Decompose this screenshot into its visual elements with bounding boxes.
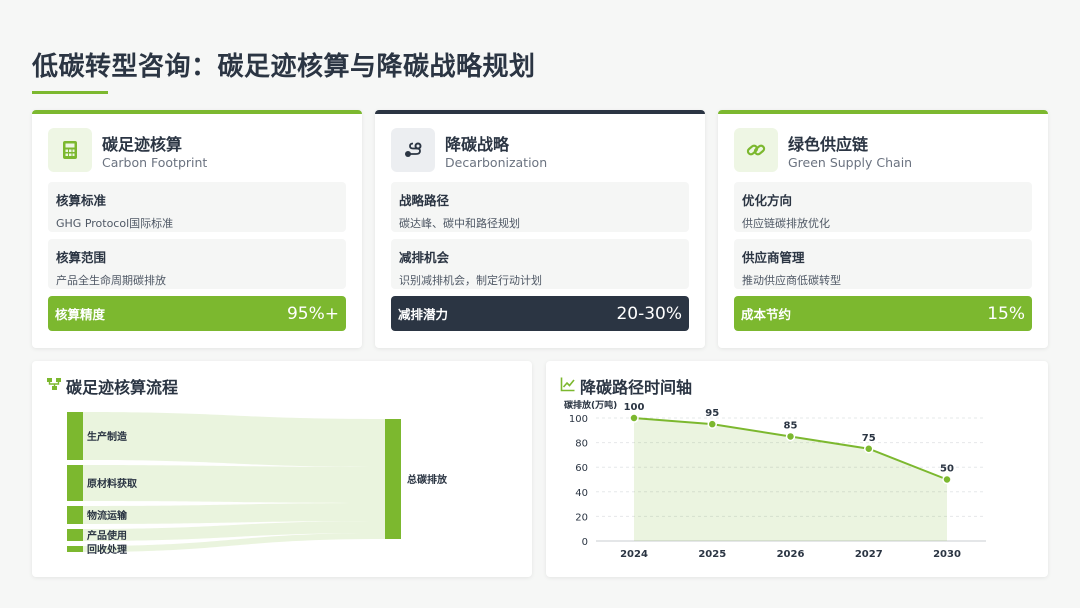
card-title: 绿色供应链 [788, 135, 869, 154]
item-desc: GHG Protocol国际标准 [56, 217, 174, 230]
title-underline [32, 91, 108, 94]
route-icon [391, 128, 435, 172]
item-desc: 碳达峰、碳中和路径规划 [399, 217, 520, 230]
card-item: 核算范围 产品全生命周期碳排放 [48, 239, 346, 289]
metric-value: 20-30% [616, 303, 682, 324]
sankey-diagram: 生产制造原材料获取物流运输产品使用回收处理 总碳排放 [67, 412, 448, 556]
card-green-supply-chain: 绿色供应链 Green Supply Chain 优化方向 供应链碳排放优化 供… [718, 110, 1048, 348]
card-subtitle: Decarbonization [445, 155, 548, 170]
sankey-node [67, 529, 83, 541]
calculator-icon [48, 128, 92, 172]
sankey-target-node [385, 419, 401, 539]
item-label: 减排机会 [399, 250, 450, 265]
card-item: 减排机会 识别减排机会，制定行动计划 [391, 239, 689, 289]
y-tick-label: 80 [575, 439, 588, 450]
x-tick-label: 2024 [620, 549, 648, 560]
card-item: 供应商管理 推动供应商低碳转型 [734, 239, 1032, 289]
data-point [629, 413, 639, 423]
item-label: 核算标准 [56, 193, 107, 208]
card-carbon-footprint: 碳足迹核算 Carbon Footprint 核算标准 GHG Protocol… [32, 110, 362, 348]
item-desc: 识别减排机会，制定行动计划 [399, 274, 542, 287]
data-point [785, 431, 796, 442]
sankey-node [67, 506, 83, 524]
item-desc: 推动供应商低碳转型 [742, 274, 841, 287]
card-subtitle: Carbon Footprint [102, 155, 208, 170]
x-tick-label: 2026 [777, 549, 805, 560]
card-item: 优化方向 供应链碳排放优化 [734, 182, 1032, 232]
sankey-node-label: 回收处理 [87, 543, 127, 556]
metric-bar: 成本节约 15% [734, 296, 1032, 331]
card-accent-bar [32, 110, 362, 114]
metric-bar: 减排潜力 20-30% [391, 296, 689, 331]
sankey-node-label: 物流运输 [87, 509, 128, 522]
card-title: 碳足迹核算 [102, 135, 183, 154]
line-chart: 碳排放(万吨) 0 20 40 60 80 100 100 2024 95 2025 85 2026 75… [564, 399, 986, 560]
y-tick-label: 40 [575, 488, 588, 499]
sankey-node-label: 生产制造 [87, 430, 128, 443]
x-tick-label: 2027 [855, 549, 883, 560]
data-point [707, 419, 717, 429]
data-label: 95 [705, 408, 719, 419]
sankey-link [83, 503, 385, 524]
data-point [864, 444, 874, 454]
sankey-target-label: 总碳排放 [407, 473, 448, 486]
metric-label: 减排潜力 [398, 307, 449, 322]
card-item: 战略路径 碳达峰、碳中和路径规划 [391, 182, 689, 232]
data-label: 85 [784, 420, 798, 431]
metric-bar: 核算精度 95%+ [48, 296, 346, 331]
data-label: 50 [940, 464, 954, 475]
item-desc: 产品全生命周期碳排放 [56, 274, 166, 287]
metric-value: 95%+ [286, 303, 339, 324]
card-subtitle: Green Supply Chain [788, 155, 913, 170]
card-title: 降碳战略 [445, 135, 510, 154]
card-item: 核算标准 GHG Protocol国际标准 [48, 182, 346, 232]
link-icon [734, 128, 778, 172]
data-label: 100 [624, 402, 645, 413]
y-tick-label: 20 [575, 512, 588, 523]
metric-label: 核算精度 [55, 307, 106, 322]
x-tick-label: 2030 [933, 549, 961, 560]
item-label: 核算范围 [56, 250, 107, 265]
item-label: 优化方向 [742, 193, 793, 208]
sankey-node [67, 412, 83, 460]
sankey-node [67, 546, 83, 552]
page-title: 低碳转型咨询：碳足迹核算与降碳战略规划 [32, 52, 536, 82]
flow-panel: 碳足迹核算流程 生产制造 原材料获取 物流运输 产品使用 回收处理 总碳排放 [32, 361, 532, 577]
sankey-node-label: 原材料获取 [87, 477, 138, 490]
item-label: 供应商管理 [742, 250, 805, 265]
data-label: 75 [862, 433, 876, 444]
card-accent-bar [375, 110, 705, 114]
x-tick-label: 2025 [698, 549, 726, 560]
y-tick-label: 100 [569, 414, 588, 425]
card-decarbonization: 降碳战略 Decarbonization 战略路径 碳达峰、碳中和路径规划 减排… [375, 110, 705, 348]
item-desc: 供应链碳排放优化 [742, 217, 830, 230]
metric-label: 成本节约 [741, 307, 792, 322]
y-axis-label: 碳排放(万吨) [564, 399, 617, 411]
sankey-node-label: 产品使用 [87, 529, 127, 542]
sankey-node [67, 465, 83, 501]
card-accent-bar [718, 110, 1048, 114]
y-tick-label: 0 [582, 537, 588, 548]
metric-value: 15% [987, 303, 1025, 324]
y-tick-label: 60 [575, 463, 588, 474]
item-label: 战略路径 [399, 193, 450, 208]
sankey-link [83, 412, 385, 467]
data-point [942, 474, 952, 485]
timeline-panel: 降碳路径时间轴 碳排放(万吨) 0 20 40 60 80 100 100 2024 95 2025… [546, 361, 1048, 577]
